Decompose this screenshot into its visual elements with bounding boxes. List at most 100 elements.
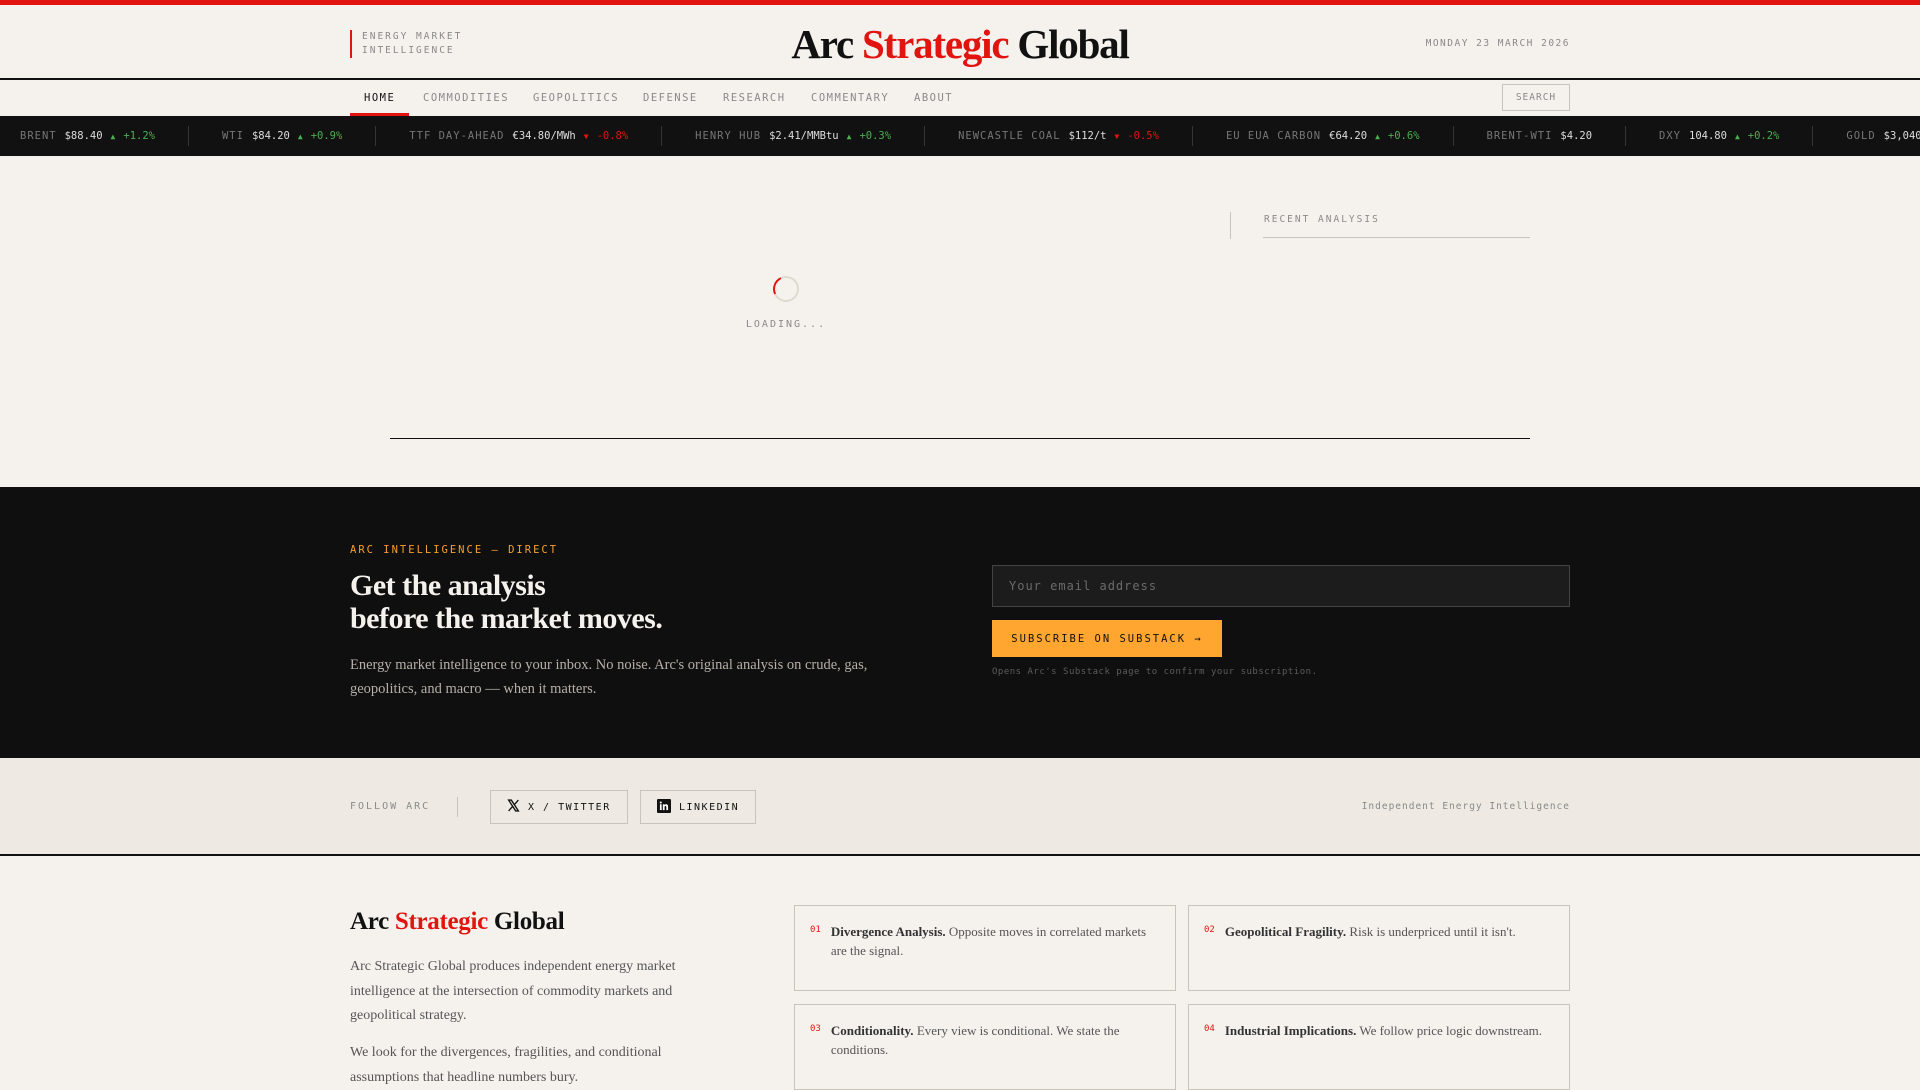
main-nav: HOME COMMODITIES GEOPOLITICS DEFENSE RES… (350, 82, 1570, 116)
title-text-accent: Strategic (394, 908, 488, 935)
arrow-up-icon: ▲ (846, 131, 852, 141)
nav-home[interactable]: HOME (350, 82, 410, 116)
headline-line: Get the analysis (350, 569, 546, 602)
nav-about[interactable]: ABOUT (914, 82, 953, 116)
nav-research[interactable]: RESEARCH (723, 82, 786, 116)
arrow-down-icon: ▼ (1114, 131, 1120, 141)
ticker-item: NEWCASTLE COAL $112/t ▼ -0.5% (925, 126, 1193, 146)
principle-number: 02 (1204, 925, 1215, 935)
site-logo[interactable]: Arc Strategic Global (0, 20, 1920, 68)
site-header: ENERGY MARKET INTELLIGENCE Arc Strategic … (0, 5, 1920, 80)
ticker-value: 104.80 (1689, 130, 1727, 142)
principle-title: Conditionality. (830, 1023, 914, 1038)
divider (390, 438, 1530, 439)
linkedin-label: LINKEDIN (679, 801, 740, 813)
principle-card: 04 Industrial Implications. We follow pri… (1188, 1004, 1570, 1090)
principle-card: 02 Geopolitical Fragility. Risk is underp… (1188, 905, 1570, 991)
linkedin-button[interactable]: LINKEDIN (640, 790, 757, 824)
principle-number: 01 (810, 925, 821, 935)
principle-text: Divergence Analysis. Opposite moves in c… (831, 922, 1159, 990)
about-title: Arc Strategic Global (350, 908, 565, 936)
principle-body: Risk is underpriced until it isn't. (1346, 924, 1516, 939)
ticker-value: €34.80/MWh (512, 130, 576, 142)
ticker-value: €64.20 (1329, 130, 1368, 142)
ticker-item: BRENT $88.40 ▲ +1.2% (0, 126, 189, 146)
ticker-change: +0.6% (1387, 130, 1420, 142)
headline-line: before the market moves. (350, 602, 663, 635)
about-paragraph: Arc Strategic Global produces independen… (350, 959, 676, 1023)
principle-text: Conditionality. Every view is conditiona… (831, 1021, 1159, 1089)
arrow-down-icon: ▼ (583, 131, 589, 141)
ticker-name: HENRY HUB (695, 130, 762, 142)
ticker-item: EU EUA CARBON €64.20 ▲ +0.6% (1193, 126, 1454, 146)
arrow-up-icon: ▲ (297, 131, 303, 141)
recent-analysis-header: RECENT ANALYSIS (1230, 212, 1378, 239)
ticker-name: WTI (221, 130, 244, 142)
nav-defense[interactable]: DEFENSE (643, 82, 698, 116)
ticker-value: $88.40 (64, 130, 103, 142)
ticker-change: +1.2% (123, 130, 155, 142)
ticker-change: +0.3% (859, 130, 892, 142)
principle-text: Geopolitical Fragility. Risk is underpri… (1225, 922, 1516, 990)
subscribe-description: Energy market intelligence to your inbox… (350, 657, 868, 697)
nav-commodities[interactable]: COMMODITIES (423, 82, 509, 116)
x-logo-icon (507, 799, 520, 815)
follow-label: FOLLOW ARC (350, 801, 431, 812)
ticker-item: TTF DAY-AHEAD €34.80/MWh ▼ -0.8% (376, 126, 663, 146)
logo-text: Arc (791, 21, 863, 67)
loading-text: LOADING... (745, 319, 827, 330)
ticker-item: DXY 104.80 ▲ +0.2% (1626, 126, 1814, 146)
nav-commentary[interactable]: COMMENTARY (811, 82, 889, 116)
ticker-item: BRENT-WTI $4.20 (1454, 126, 1627, 146)
loading-spinner-icon (769, 272, 803, 306)
principle-number: 03 (810, 1024, 821, 1034)
follow-tagline: Independent Energy Intelligence (1361, 801, 1570, 812)
subscribe-note: Opens Arc's Substack page to confirm you… (992, 667, 1318, 677)
ticker-name: TTF DAY-AHEAD (409, 130, 505, 142)
market-ticker: BRENT $88.40 ▲ +1.2% WTI $84.20 ▲ +0.9% TTF DAY-… (0, 116, 1920, 156)
recent-analysis-title: RECENT ANALYSIS (1264, 214, 1380, 225)
principle-title: Geopolitical Fragility. (1224, 924, 1347, 939)
principle-card: 03 Conditionality. Every view is conditio… (794, 1004, 1176, 1090)
principle-title: Divergence Analysis. (830, 924, 946, 939)
principle-number: 04 (1204, 1024, 1215, 1034)
nav-geopolitics[interactable]: GEOPOLITICS (533, 82, 619, 116)
ticker-change: -0.8% (596, 130, 629, 142)
ticker-name: NEWCASTLE COAL (958, 130, 1061, 142)
logo-text: Global (1008, 21, 1129, 67)
follow-section: FOLLOW ARC X / TWITTER LINKEDIN Independ… (0, 758, 1920, 856)
ticker-change: -0.5% (1127, 130, 1159, 142)
subscribe-kicker: ARC INTELLIGENCE — DIRECT (350, 544, 559, 556)
title-text: Global (487, 908, 565, 935)
search-button[interactable]: SEARCH (1502, 84, 1570, 111)
ticker-name: DXY (1659, 130, 1681, 142)
divider (457, 797, 458, 817)
ticker-value: $84.20 (251, 130, 290, 142)
subscribe-headline: Get the analysis before the market moves. (350, 569, 663, 635)
title-text: Arc (350, 908, 395, 935)
arrow-up-icon: ▲ (110, 131, 116, 141)
logo-text-accent: Strategic (862, 21, 1009, 67)
ticker-name: EU EUA CARBON (1225, 130, 1322, 142)
ticker-change: +0.2% (1747, 130, 1780, 142)
ticker-name: GOLD (1846, 130, 1876, 142)
ticker-name: BRENT-WTI (1486, 130, 1553, 142)
arrow-up-icon: ▲ (1375, 131, 1380, 141)
ticker-item: GOLD$3,040▲+ (1813, 126, 1920, 146)
ticker-value: $2.41/MMBtu (769, 130, 839, 142)
ticker-name: BRENT (20, 130, 57, 142)
email-input[interactable] (992, 565, 1570, 607)
twitter-label: X / TWITTER (528, 801, 611, 813)
about-paragraph: We look for the divergences, fragilities… (350, 1045, 662, 1085)
twitter-button[interactable]: X / TWITTER (490, 790, 628, 824)
subscribe-button[interactable]: SUBSCRIBE ON SUBSTACK → (992, 620, 1222, 657)
ticker-value: $112/t (1068, 130, 1107, 142)
current-date: MONDAY 23 MARCH 2026 (1425, 38, 1570, 49)
principle-card: 01 Divergence Analysis. Opposite moves in… (794, 905, 1176, 991)
ticker-item: HENRY HUB $2.41/MMBtu ▲ +0.3% (662, 126, 926, 146)
ticker-item: WTI $84.20 ▲ +0.9% (189, 126, 377, 146)
arrow-up-icon: ▲ (1734, 131, 1740, 141)
linkedin-icon (657, 798, 671, 816)
divider (1263, 237, 1530, 238)
principle-title: Industrial Implications. (1224, 1023, 1357, 1038)
